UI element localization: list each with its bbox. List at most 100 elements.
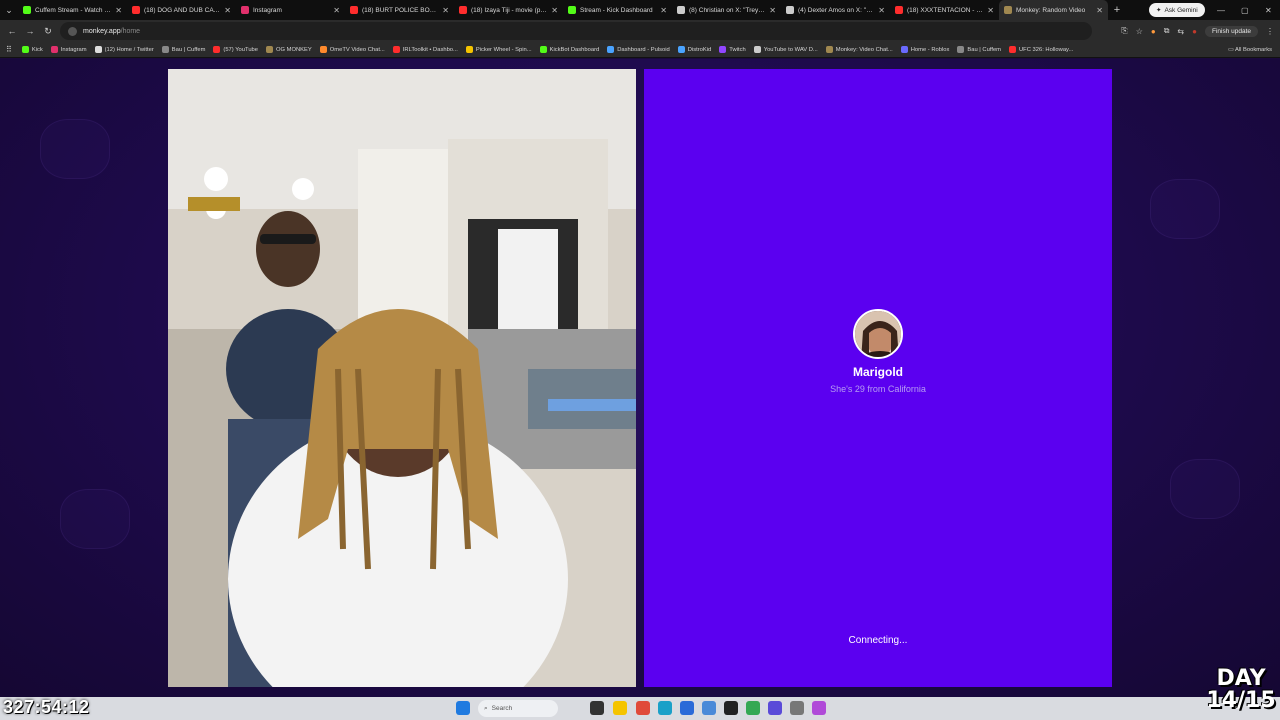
day-counter: DAY 14/15 xyxy=(1204,668,1278,712)
apps-grid-icon[interactable]: ⠿ xyxy=(6,45,12,54)
bookmark-item[interactable]: Dashboard - Pulsoid xyxy=(607,46,670,53)
chrome-icon[interactable] xyxy=(636,701,650,715)
bookmark-item[interactable]: OmeTV Video Chat... xyxy=(319,46,385,53)
stream-timer: 327:54:12 xyxy=(3,697,90,717)
cast-icon[interactable]: ⇆ xyxy=(1177,27,1184,36)
bookmark-item[interactable]: Bau | Cuffem xyxy=(957,46,1001,53)
extensions-puzzle-icon[interactable]: ⧉ xyxy=(1164,26,1170,36)
tab-close-icon[interactable]: ✕ xyxy=(442,6,449,15)
forward-icon[interactable]: → xyxy=(21,26,39,36)
app-icon[interactable] xyxy=(724,701,738,715)
tab-title: (18) Izaya Tiji - movie (prod xyxy=(471,6,549,14)
file-explorer-icon[interactable] xyxy=(613,701,627,715)
maximize-icon[interactable]: ▢ xyxy=(1241,0,1249,20)
chrome-icon[interactable] xyxy=(746,701,760,715)
profile-avatar-icon[interactable]: ● xyxy=(1192,27,1197,36)
tab-close-icon[interactable]: ✕ xyxy=(987,6,994,15)
bookmark-item[interactable]: Twitch xyxy=(719,46,746,53)
bookmark-label: (12) Home / Twitter xyxy=(104,46,154,53)
avatar-photo-icon xyxy=(855,311,901,357)
bookmark-item[interactable]: Home - Roblox xyxy=(900,46,950,53)
bookmark-item[interactable]: Kick xyxy=(21,46,43,53)
tab-close-icon[interactable]: ✕ xyxy=(769,6,776,15)
tab-close-icon[interactable]: ✕ xyxy=(660,6,667,15)
bookmark-item[interactable]: Picker Wheel - Spin... xyxy=(465,46,532,53)
windows-start-icon[interactable] xyxy=(456,701,470,715)
background-pattern xyxy=(1170,459,1240,519)
bookmark-item[interactable]: Instagram xyxy=(50,46,87,53)
bookmark-item[interactable]: DistroKid xyxy=(677,46,711,53)
background-pattern xyxy=(40,119,110,179)
tab-item[interactable]: Instagram ✕ xyxy=(236,0,345,20)
bookmark-item[interactable]: Monkey: Video Chat... xyxy=(825,46,893,53)
day-label: DAY xyxy=(1216,666,1266,691)
taskbar-search[interactable]: ⌕ Search xyxy=(478,700,558,717)
task-view-icon[interactable] xyxy=(590,701,604,715)
tab-item[interactable]: (18) XXXTENTACION - LOO ✕ xyxy=(890,0,999,20)
match-info: She's 29 from California xyxy=(830,384,926,394)
reload-icon[interactable]: ↻ xyxy=(39,26,57,37)
bookmark-star-icon[interactable]: ☆ xyxy=(1136,27,1143,36)
tab-close-icon[interactable]: ✕ xyxy=(1096,6,1103,15)
bookmark-item[interactable]: YouTube to WAV D... xyxy=(753,46,818,53)
bookmark-label: KickBot Dashboard xyxy=(549,46,600,53)
bookmark-item[interactable]: UFC 326: Holloway... xyxy=(1009,46,1073,53)
tab-item[interactable]: (18) Izaya Tiji - movie (prod ✕ xyxy=(454,0,563,20)
tab-title: (8) Christian on X: "Trey ge xyxy=(689,6,767,14)
bookmark-favicon-icon xyxy=(266,46,274,53)
bookmark-favicon-icon xyxy=(825,46,833,53)
app-icon[interactable] xyxy=(812,701,826,715)
tab-item-active[interactable]: Monkey: Random Video ✕ xyxy=(999,0,1108,20)
app-icon[interactable] xyxy=(768,701,782,715)
tab-title: Instagram xyxy=(253,6,282,14)
minimize-icon[interactable]: — xyxy=(1217,0,1225,20)
tab-favicon-icon xyxy=(677,6,685,14)
tab-close-icon[interactable]: ✕ xyxy=(224,6,231,15)
bookmark-label: (57) YouTube xyxy=(223,46,259,53)
site-info-icon[interactable] xyxy=(68,26,77,36)
all-bookmarks-label: All Bookmarks xyxy=(1234,46,1272,53)
bookmark-item[interactable]: OG MONKEY xyxy=(266,46,312,53)
tab-item[interactable]: (8) Christian on X: "Trey ge ✕ xyxy=(672,0,781,20)
app-icon[interactable] xyxy=(680,701,694,715)
bookmark-favicon-icon xyxy=(50,46,58,53)
webcam-feed-image xyxy=(168,69,636,687)
tab-item[interactable]: Stream - Kick Dashboard ✕ xyxy=(563,0,672,20)
ask-gemini-button[interactable]: ✦ Ask Gemini xyxy=(1149,3,1205,17)
app-icon[interactable] xyxy=(790,701,804,715)
edge-icon[interactable] xyxy=(658,701,672,715)
tab-item[interactable]: Cuffem Stream - Watch Liv ✕ xyxy=(18,0,127,20)
bookmark-label: Home - Roblox xyxy=(910,46,950,53)
tab-close-icon[interactable]: ✕ xyxy=(333,6,340,15)
bookmark-favicon-icon xyxy=(465,46,473,53)
bookmark-favicon-icon xyxy=(1009,46,1016,53)
tab-close-icon[interactable]: ✕ xyxy=(878,6,885,15)
tab-item[interactable]: (18) BURT POLICE BODYCA ✕ xyxy=(345,0,454,20)
install-app-icon[interactable]: ⎘ xyxy=(1121,26,1127,36)
back-icon[interactable]: ← xyxy=(3,26,21,36)
extension-icon[interactable]: ● xyxy=(1151,27,1156,36)
tab-close-icon[interactable]: ✕ xyxy=(551,6,558,15)
tab-item[interactable]: (4) Dexter Amos on X: "Lea ✕ xyxy=(781,0,890,20)
bookmark-favicon-icon xyxy=(957,46,965,53)
menu-kebab-icon[interactable]: ⋮ xyxy=(1266,27,1274,36)
new-tab-button[interactable]: + xyxy=(1108,4,1126,16)
finish-update-button[interactable]: Finish update xyxy=(1204,25,1258,37)
tab-close-icon[interactable]: ✕ xyxy=(115,6,122,15)
match-profile: Marigold She's 29 from California xyxy=(644,309,1112,394)
all-bookmarks-button[interactable]: ▭ All Bookmarks xyxy=(1228,47,1272,53)
app-icon[interactable] xyxy=(702,701,716,715)
bookmark-item[interactable]: KickBot Dashboard xyxy=(539,46,600,53)
bookmark-label: Kick xyxy=(31,46,43,53)
match-avatar xyxy=(853,309,903,359)
address-bar[interactable]: monkey.app/home xyxy=(60,22,1092,40)
bookmark-item[interactable]: IRLToolkit • Dashbo... xyxy=(392,46,458,53)
tab-favicon-icon xyxy=(1004,6,1012,14)
bookmark-item[interactable]: Bau | Cuffem xyxy=(161,46,205,53)
bookmark-item[interactable]: (57) YouTube xyxy=(213,46,258,53)
day-count: 14/15 xyxy=(1206,688,1276,713)
tab-search-button[interactable]: ⌄ xyxy=(0,0,18,20)
bookmark-item[interactable]: (12) Home / Twitter xyxy=(94,46,154,53)
close-window-icon[interactable]: ✕ xyxy=(1265,0,1272,20)
tab-item[interactable]: (18) DOG AND DUB CATCH ✕ xyxy=(127,0,236,20)
